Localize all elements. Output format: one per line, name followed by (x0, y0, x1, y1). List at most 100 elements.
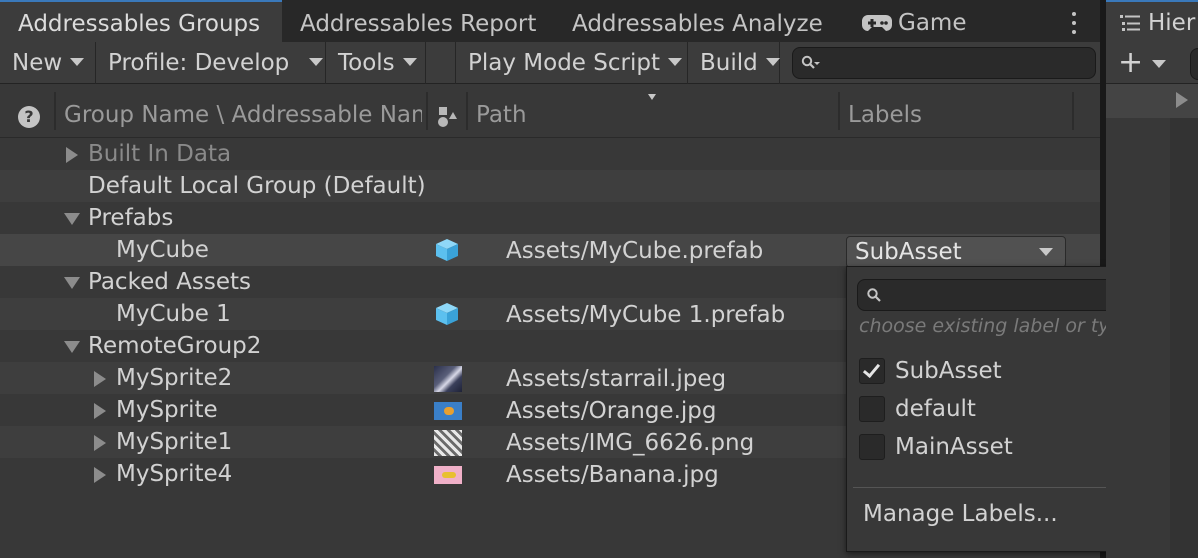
checkbox-checked[interactable] (859, 358, 885, 384)
hierarchy-list-icon (1120, 15, 1140, 31)
add-icon[interactable]: + (1118, 46, 1143, 80)
tab-hierarchy[interactable]: Hier (1120, 10, 1195, 36)
cube-icon (436, 303, 458, 325)
group-name: Packed Assets (88, 269, 251, 295)
profile-label: Profile: Develop (108, 50, 290, 76)
play-mode-label: Play Mode Script (468, 50, 660, 76)
label-dropdown[interactable]: SubAsset (846, 236, 1066, 268)
entry-path: Assets/Banana.jpg (506, 462, 719, 488)
collapse-arrow-icon[interactable] (64, 341, 80, 353)
chevron-down-icon (765, 57, 780, 66)
label-value: SubAsset (855, 239, 962, 265)
expand-arrow-icon[interactable] (1176, 92, 1188, 108)
tab-label: Game (898, 10, 967, 36)
tab-label: Addressables Report (300, 11, 537, 37)
hierarchy-toolbar: + (1106, 42, 1198, 84)
column-group-name[interactable]: Group Name \ Addressable Nam (64, 102, 422, 128)
more-options-icon[interactable] (1064, 8, 1084, 38)
tab-label: Addressables Analyze (572, 11, 823, 37)
window-tab-bar: Addressables Groups Addressables Report … (0, 0, 1100, 42)
tab-label: Hier (1148, 10, 1196, 36)
sprite-thumbnail (434, 402, 462, 420)
checkbox[interactable] (859, 396, 885, 422)
hierarchy-content (1170, 118, 1198, 558)
entry-name: MyCube 1 (116, 301, 231, 327)
group-name: RemoteGroup2 (88, 333, 262, 359)
profile-dropdown[interactable]: Profile: Develop (96, 42, 326, 84)
expand-arrow-icon[interactable] (66, 147, 78, 163)
entry-path: Assets/Orange.jpg (506, 398, 717, 424)
groups-toolbar: New Profile: Develop Tools Play Mode Scr… (0, 42, 1100, 84)
chevron-down-icon[interactable] (1152, 60, 1166, 68)
manage-labels-button[interactable]: Manage Labels... (863, 501, 1058, 527)
tab-addressables-analyze[interactable]: Addressables Analyze (554, 0, 844, 42)
entry-name: MySprite2 (116, 365, 233, 391)
tools-label: Tools (338, 50, 395, 76)
search-icon (801, 55, 820, 69)
group-name: Built In Data (88, 141, 232, 167)
expand-arrow-icon[interactable] (94, 403, 106, 419)
tools-button[interactable]: Tools (326, 42, 426, 84)
label-option-text: MainAsset (895, 434, 1013, 460)
sprite-thumbnail (434, 366, 462, 392)
chevron-down-icon (70, 57, 85, 66)
check-icon (862, 359, 881, 379)
tab-addressables-groups[interactable]: Addressables Groups (0, 0, 282, 42)
entry-name: MySprite (116, 397, 218, 423)
build-label: Build (700, 50, 758, 76)
asset-type-icon (438, 107, 457, 127)
collapse-arrow-icon[interactable] (64, 213, 80, 225)
column-divider[interactable] (54, 92, 56, 130)
search-icon (867, 288, 881, 302)
group-name: Default Local Group (Default) (88, 173, 426, 199)
checkbox[interactable] (859, 434, 885, 460)
chevron-down-icon (667, 57, 682, 66)
label-option-mainasset[interactable]: MainAsset (859, 431, 1013, 463)
tab-label: Addressables Groups (18, 11, 261, 37)
entry-path: Assets/MyCube 1.prefab (506, 302, 786, 328)
sprite-thumbnail (434, 466, 462, 484)
sprite-thumbnail (434, 430, 462, 456)
help-icon[interactable]: ? (18, 106, 40, 128)
sort-descending-icon (648, 94, 656, 100)
chevron-down-icon (1039, 248, 1053, 256)
gamepad-icon (862, 15, 892, 31)
column-divider[interactable] (466, 92, 468, 130)
label-option-text: default (895, 396, 976, 422)
tree-row-group[interactable]: Built In Data (0, 138, 1100, 170)
collapse-arrow-icon[interactable] (64, 277, 80, 289)
entry-path: Assets/MyCube.prefab (506, 238, 764, 264)
play-mode-script-dropdown[interactable]: Play Mode Script (456, 42, 688, 84)
entry-name: MyCube (116, 237, 209, 263)
column-divider[interactable] (1072, 92, 1074, 130)
hierarchy-tab-bar: Hier (1106, 0, 1198, 42)
hierarchy-search-input[interactable] (1190, 48, 1198, 80)
chevron-down-icon (309, 57, 324, 66)
new-button-label: New (12, 50, 63, 76)
column-path[interactable]: Path (476, 102, 527, 128)
column-header: ? Group Name \ Addressable Nam Path Labe… (0, 84, 1100, 138)
label-option-text: SubAsset (895, 358, 1002, 384)
hierarchy-window: Hier + (1106, 0, 1198, 558)
entry-path: Assets/IMG_6626.png (506, 430, 755, 456)
column-divider[interactable] (838, 92, 840, 130)
toolbar-spacer (426, 42, 456, 84)
chevron-down-icon (402, 57, 417, 66)
new-button[interactable]: New (0, 42, 96, 84)
column-divider[interactable] (426, 92, 428, 130)
expand-arrow-icon[interactable] (94, 371, 106, 387)
tree-row-group[interactable]: Default Local Group (Default) (0, 170, 1100, 202)
label-option-default[interactable]: default (859, 393, 976, 425)
expand-arrow-icon[interactable] (94, 435, 106, 451)
tab-game[interactable]: Game (844, 0, 1004, 42)
entry-name: MySprite4 (116, 461, 233, 487)
tab-addressables-report[interactable]: Addressables Report (282, 0, 554, 42)
column-labels[interactable]: Labels (848, 102, 922, 128)
hierarchy-scene-row[interactable] (1106, 84, 1198, 118)
search-input[interactable] (792, 47, 1096, 79)
tree-row-group[interactable]: Prefabs (0, 202, 1100, 234)
build-button[interactable]: Build (688, 42, 780, 84)
entry-path: Assets/starrail.jpeg (506, 366, 727, 392)
label-option-subasset[interactable]: SubAsset (859, 355, 1002, 387)
expand-arrow-icon[interactable] (94, 467, 106, 483)
